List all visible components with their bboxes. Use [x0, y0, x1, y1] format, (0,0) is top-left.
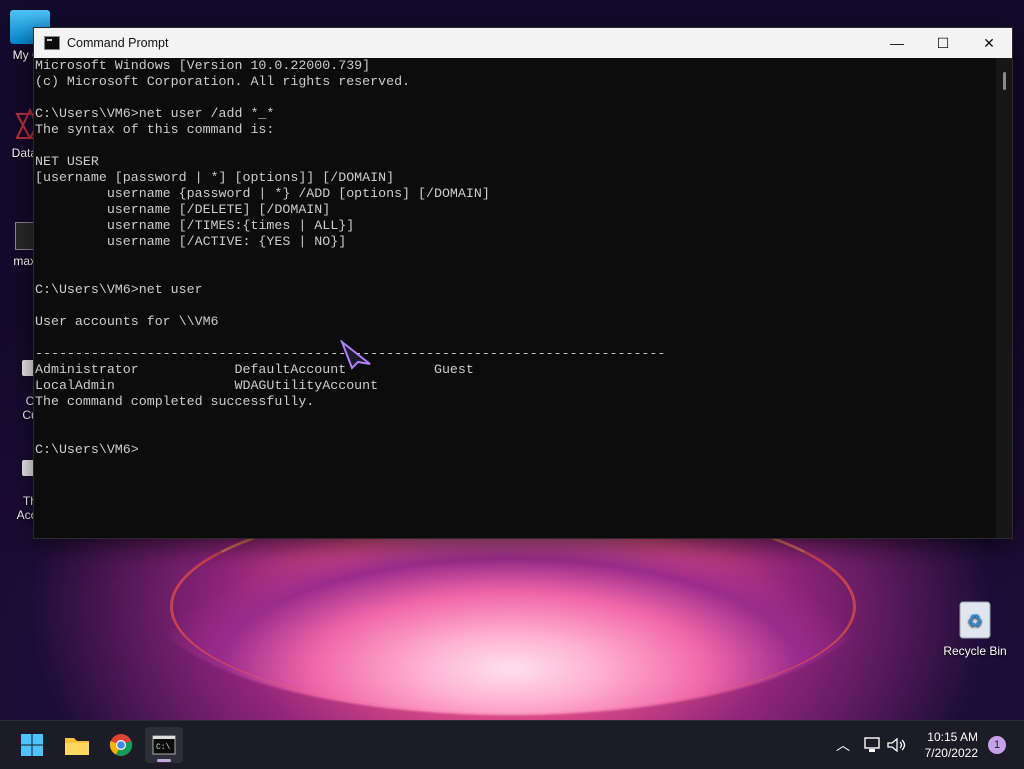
console-line: NET USER: [35, 154, 99, 169]
title-bar[interactable]: Command Prompt — ☐ ✕: [34, 28, 1012, 58]
svg-text:♻: ♻: [967, 611, 983, 631]
close-button[interactable]: ✕: [966, 28, 1012, 58]
console-line: C:\Users\VM6>net user /add *_*: [35, 106, 275, 121]
chrome-icon: [109, 734, 133, 756]
taskbar-file-explorer[interactable]: [58, 727, 96, 763]
active-indicator: [157, 759, 171, 762]
console-line: username [/DELETE] [/DOMAIN]: [35, 202, 331, 217]
command-prompt-window[interactable]: Command Prompt — ☐ ✕ Microsoft Windows […: [33, 27, 1013, 539]
start-button[interactable]: [13, 727, 51, 763]
vertical-scrollbar[interactable]: [996, 58, 1012, 538]
recycle-bin-icon: ♻: [957, 598, 993, 640]
svg-text:C:\: C:\: [156, 743, 171, 752]
taskbar-chrome[interactable]: [102, 727, 140, 763]
console-line: username {password | *} /ADD [options] […: [35, 186, 490, 201]
console-line: Microsoft Windows [Version 10.0.22000.73…: [35, 58, 371, 73]
terminal-icon: [44, 36, 60, 50]
window-title: Command Prompt: [67, 36, 169, 50]
console-line: username [/TIMES:{times | ALL}]: [35, 218, 355, 233]
console-output[interactable]: Microsoft Windows [Version 10.0.22000.73…: [34, 58, 996, 538]
console-line: (c) Microsoft Corporation. All rights re…: [35, 74, 411, 89]
notification-badge[interactable]: 1: [988, 736, 1006, 754]
taskbar-command-prompt[interactable]: C:\: [145, 727, 183, 763]
console-line: The command completed successfully.: [35, 394, 315, 409]
clock-date: 7/20/2022: [924, 746, 978, 760]
clock-time: 10:15 AM: [927, 730, 978, 744]
console-line: Administrator DefaultAccount Guest: [35, 362, 474, 377]
minimize-button[interactable]: —: [874, 28, 920, 58]
console-line: The syntax of this command is:: [35, 122, 275, 137]
console-line: [username [password | *] [options]] [/DO…: [35, 170, 395, 185]
chevron-up-icon[interactable]: ︿: [836, 735, 856, 755]
console-line: LocalAdmin WDAGUtilityAccount: [35, 378, 379, 393]
console-line: C:\Users\VM6>: [35, 442, 139, 457]
network-icon[interactable]: [862, 736, 884, 754]
window-controls: — ☐ ✕: [874, 28, 1012, 58]
console-line: User accounts for \\VM6: [35, 314, 219, 329]
maximize-button[interactable]: ☐: [920, 28, 966, 58]
scrollbar-thumb[interactable]: [1003, 72, 1006, 90]
taskbar: C:\ ︿ 10:15 AM 7/20/2022 1: [0, 720, 1024, 769]
folder-icon: [65, 738, 89, 755]
clock[interactable]: 10:15 AM 7/20/2022: [925, 729, 978, 761]
console-line: username [/ACTIVE: {YES | NO}]: [35, 234, 347, 249]
desktop-icon-label: Recycle Bin: [943, 644, 1007, 658]
mouse-cursor-icon: [340, 340, 371, 370]
console-line: ----------------------------------------…: [35, 346, 996, 362]
desktop-icon-recycle-bin[interactable]: ♻ Recycle Bin: [940, 598, 1010, 658]
console-line: C:\Users\VM6>net user: [35, 282, 203, 297]
terminal-icon: C:\: [152, 735, 176, 755]
volume-icon[interactable]: [886, 736, 908, 754]
system-tray: ︿: [836, 721, 908, 769]
windows-logo-icon: [21, 734, 43, 756]
